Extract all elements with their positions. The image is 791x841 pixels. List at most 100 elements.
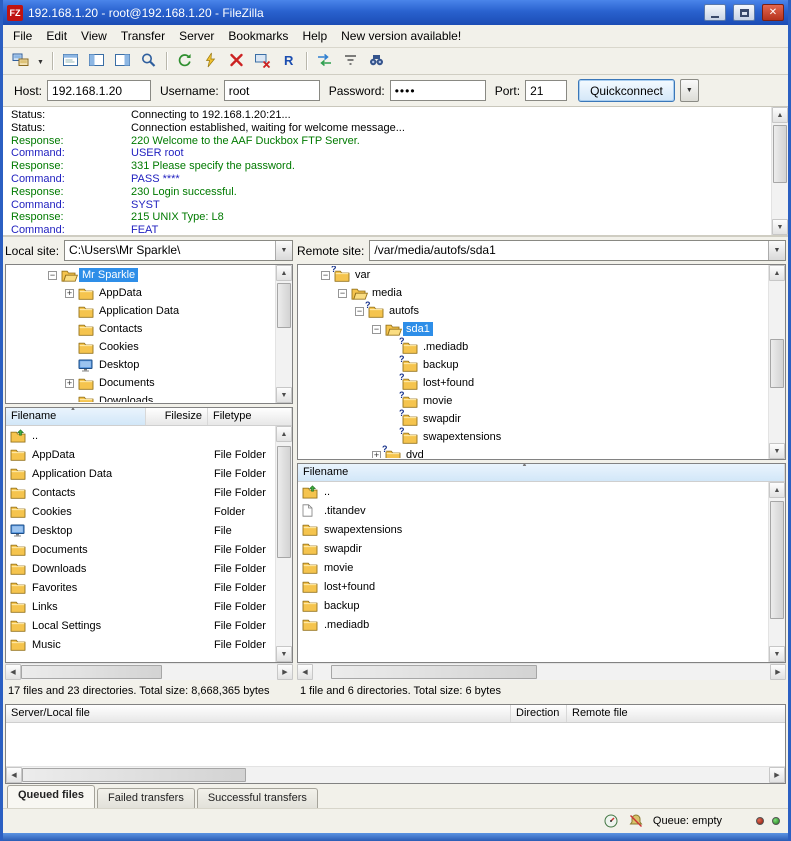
menu-item-edit[interactable]: Edit [39,26,74,46]
scroll-thumb[interactable] [277,283,291,328]
file-row-backup[interactable]: backup [298,596,785,615]
file-row-mediadb[interactable]: .mediadb [298,615,785,634]
toggle-local-tree-button[interactable] [84,50,109,73]
menu-item-new-version-available[interactable]: New version available! [334,26,468,46]
tree-item-documents[interactable]: +Documents [8,374,274,392]
scroll-track[interactable] [22,767,769,783]
scroll-thumb[interactable] [21,665,162,679]
file-row-links[interactable]: LinksFile Folder [6,597,292,616]
remote-site-dropdown-icon[interactable]: ▼ [768,241,785,260]
expand-icon[interactable]: + [65,289,74,298]
tree-item-autofs[interactable]: −?autofs [300,302,767,320]
queue-column-remote-file[interactable]: Remote file [567,705,785,722]
queue-horizontal-scrollbar[interactable]: ◀▶ [6,766,785,783]
log-scrollbar[interactable]: ▲▼ [771,107,788,235]
file-row-item[interactable]: .. [298,482,785,501]
file-row-music[interactable]: MusicFile Folder [6,635,292,654]
scroll-thumb[interactable] [331,665,537,679]
tree-item-application-data[interactable]: Application Data [8,302,274,320]
tree-item-sda1[interactable]: −sda1 [300,320,767,338]
port-input[interactable] [525,80,567,101]
remote-horizontal-scrollbar[interactable]: ◀▶ [297,663,786,680]
tree-item-contacts[interactable]: Contacts [8,320,274,338]
file-row-lost-found[interactable]: lost+found [298,577,785,596]
file-row-appdata[interactable]: AppDataFile Folder [6,445,292,464]
file-row-item[interactable]: .. [6,426,292,445]
menu-item-transfer[interactable]: Transfer [114,26,172,46]
disconnect-button[interactable] [250,50,275,73]
queue-column-local-file[interactable]: Server/Local file [6,705,511,722]
file-row-swapdir[interactable]: swapdir [298,539,785,558]
file-row-desktop[interactable]: DesktopFile [6,521,292,540]
collapse-icon[interactable]: − [338,289,347,298]
tree-item-swapdir[interactable]: ?swapdir [300,410,767,428]
file-row-favorites[interactable]: FavoritesFile Folder [6,578,292,597]
scroll-right-button[interactable]: ▶ [770,664,786,680]
file-row-swapextensions[interactable]: swapextensions [298,520,785,539]
collapse-icon[interactable]: − [48,271,57,280]
local-list-scrollbar[interactable]: ▲▼ [275,426,292,662]
scroll-down-button[interactable]: ▼ [769,443,785,459]
tree-item-mr-sparkle[interactable]: −Mr Sparkle [8,266,274,284]
file-row-cookies[interactable]: CookiesFolder [6,502,292,521]
tree-item-swapextensions[interactable]: ?swapextensions [300,428,767,446]
local-site-combo[interactable]: C:\Users\Mr Sparkle\ ▼ [64,240,293,261]
tree-item-backup[interactable]: ?backup [300,356,767,374]
tree-item-var[interactable]: −?var [300,266,767,284]
local-column-filename[interactable]: ▲Filename [6,408,146,425]
tree-item-mediadb[interactable]: ?.mediadb [300,338,767,356]
tree-item-movie[interactable]: ?movie [300,392,767,410]
tab-failed-transfers[interactable]: Failed transfers [97,788,195,808]
password-input[interactable] [390,80,486,101]
menu-item-server[interactable]: Server [172,26,221,46]
local-tree-scrollbar[interactable]: ▲▼ [275,265,292,403]
site-manager-button[interactable] [8,50,33,73]
scroll-thumb[interactable] [770,501,784,619]
site-manager-dropdown-button[interactable]: ▼ [34,50,47,73]
collapse-icon[interactable]: − [372,325,381,334]
scroll-up-button[interactable]: ▲ [772,107,788,123]
queue-column-direction[interactable]: Direction [511,705,567,722]
scroll-up-button[interactable]: ▲ [769,482,785,498]
scroll-thumb[interactable] [22,768,246,782]
local-horizontal-scrollbar[interactable]: ◀▶ [5,663,293,680]
scroll-track[interactable] [769,498,785,646]
filter-button[interactable] [338,50,363,73]
scroll-thumb[interactable] [277,446,291,558]
host-input[interactable] [47,80,151,101]
scroll-down-button[interactable]: ▼ [772,219,788,235]
reconnect-button[interactable]: R [276,50,301,73]
scroll-track[interactable] [313,664,770,680]
local-site-dropdown-icon[interactable]: ▼ [275,241,292,260]
scroll-track[interactable] [21,664,277,680]
directory-comparison-button[interactable] [312,50,337,73]
tab-queued-files[interactable]: Queued files [7,785,95,808]
expand-icon[interactable]: + [65,379,74,388]
speed-limit-icon[interactable] [603,813,620,829]
scroll-right-button[interactable]: ▶ [277,664,293,680]
menu-item-bookmarks[interactable]: Bookmarks [221,26,295,46]
scroll-thumb[interactable] [773,125,787,183]
menu-item-help[interactable]: Help [295,26,334,46]
scroll-track[interactable] [772,123,788,219]
file-row-movie[interactable]: movie [298,558,785,577]
tree-item-appdata[interactable]: +AppData [8,284,274,302]
toggle-transfer-queue-button[interactable] [136,50,161,73]
scroll-left-button[interactable]: ◀ [297,664,313,680]
tab-successful-transfers[interactable]: Successful transfers [197,788,318,808]
scroll-up-button[interactable]: ▲ [276,426,292,442]
expand-icon[interactable]: + [372,451,381,459]
scroll-up-button[interactable]: ▲ [276,265,292,281]
local-column-filetype[interactable]: Filetype [208,408,292,425]
close-button[interactable]: ✕ [762,4,784,21]
tree-item-desktop[interactable]: Desktop [8,356,274,374]
scroll-down-button[interactable]: ▼ [276,646,292,662]
file-row-application-data[interactable]: Application DataFile Folder [6,464,292,483]
scroll-down-button[interactable]: ▼ [276,387,292,403]
scroll-track[interactable] [276,442,292,646]
scroll-left-button[interactable]: ◀ [5,664,21,680]
quickconnect-dropdown-button[interactable]: ▼ [680,79,699,102]
tree-item-cookies[interactable]: Cookies [8,338,274,356]
scroll-track[interactable] [276,281,292,387]
minimize-button[interactable] [704,4,726,21]
